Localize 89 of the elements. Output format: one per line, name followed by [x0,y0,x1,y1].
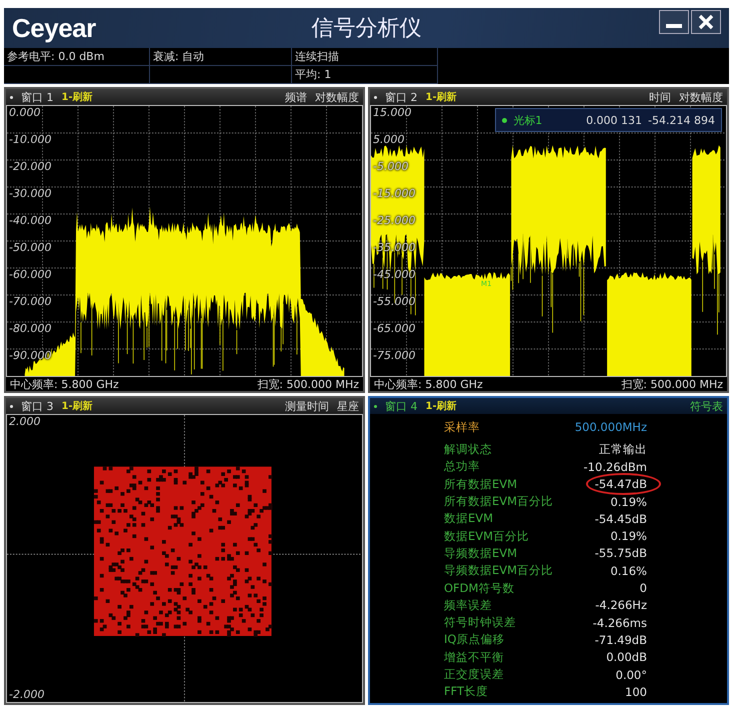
minimize-icon [666,24,682,28]
logo: Ceyear [12,12,96,44]
parameter-label: 总功率 [444,459,480,474]
update-status: 1-刷新 [62,90,93,104]
parameter-value: 100 [625,684,647,699]
axis-label: 2.000 [9,415,40,428]
axis-label: -50.000 [9,241,52,254]
bullet-icon [10,96,13,98]
window-mode-label: 对数幅度 [679,90,723,104]
parameter-value: 500.000MHz [574,420,647,434]
window-mode-label: 时间 [649,90,671,104]
axis-label: -75.000 [373,349,416,362]
parameter-label: 导频数据EVM [444,546,518,561]
info-cell: 参考电平: 0.0 dBm [4,48,150,66]
parameter-value: -54.47dB [594,477,647,492]
parameter-label: 数据EVM [444,511,494,526]
update-status: 1-刷新 [426,90,457,104]
axis-label: -10.000 [9,133,52,146]
axis-label: 5.000 [373,133,404,146]
axis-label: 0.000 [9,106,40,119]
axis-label: 15.000 [373,106,412,119]
parameter-value: -55.75dB [594,546,647,560]
span-value: 扫宽: 500.000 MHz [621,376,723,392]
window-name: 窗口 1 [21,90,54,104]
parameter-value: 0.16% [610,564,647,578]
axis-label: -60.000 [9,268,52,281]
window-name: 窗口 2 [385,90,418,104]
axis-label: -25.000 [373,214,416,227]
parameter-value: 正常输出 [599,442,647,456]
parameter-label: 数据EVM百分比 [444,528,530,544]
parameter-value: -54.45dB [594,512,647,526]
axis-label: -20.000 [9,160,52,173]
axis-label: -70.000 [9,295,52,308]
parameter-label: 所有数据EVM [444,476,518,492]
parameter-label: 符号时钟误差 [444,615,516,630]
window-mode-label: 测量时间 [285,398,329,414]
bullet-icon [374,404,377,408]
parameter-label: 采样率 [444,420,480,434]
marker-name: 光标1 [513,112,542,128]
span-value: 扫宽: 500.000 MHz [257,376,359,392]
info-cell: 平均: 1 [292,66,438,84]
axis-label: -5.000 [373,160,408,173]
window-mode-label: 符号表 [690,398,723,414]
axis-label: -2.000 [9,688,44,701]
info-cell: 衰减: 自动 [150,48,292,66]
window-title: 信号分析仪 [312,16,422,41]
bullet-icon [10,404,13,408]
center-frequency: 中心频率: 5.800 GHz [10,376,119,392]
measurement-window[interactable]: 窗口 3 1-刷新 测量时间 星座 2.000 -2.000 [4,396,365,705]
parameter-value: 0 [640,581,647,596]
measurement-window[interactable] [368,396,729,705]
window-mode-label: 星座 [337,398,359,414]
parameter-label: 正交度误差 [444,667,504,682]
window-name: 窗口 4 [385,398,418,414]
parameter-label: 解调状态 [444,442,492,458]
bullet-icon [374,96,377,98]
axis-label: -30.000 [9,187,52,200]
close-icon [698,14,714,30]
marker-x-value: 0.000 131 [586,114,642,126]
axis-label: -80.000 [9,322,52,335]
parameter-label: 频率误差 [444,598,492,613]
parameter-value: 0.00° [616,668,647,682]
parameter-label: FFT长度 [444,684,488,700]
axis-label: -40.000 [9,214,52,227]
window-mode-label: 对数幅度 [315,90,359,104]
axis-label: -15.000 [373,187,416,200]
minimize-button[interactable] [659,10,689,34]
parameter-label: 增益不平衡 [444,650,504,665]
update-status: 1-刷新 [62,399,93,413]
parameter-value: -71.49dB [594,632,647,647]
marker-y-value: -54.214 894 [648,114,715,126]
parameter-label: OFDM符号数 [444,580,514,596]
parameter-value: -10.26dBm [584,460,647,474]
parameter-label: 导频数据EVM百分比 [444,563,554,578]
window-name: 窗口 3 [21,398,54,414]
update-status: 1-刷新 [426,399,457,413]
marker-dot-icon [502,118,508,122]
parameter-value: 0.00dB [606,650,647,664]
parameter-label: 所有数据EVM百分比 [444,494,554,510]
parameter-label: IQ原点偏移 [444,632,504,648]
info-cell: 连续扫描 [292,48,438,66]
parameter-value: 0.19% [610,529,647,544]
window-mode-label: 频谱 [285,90,307,104]
parameter-value: -4.266ms [592,616,647,630]
parameter-value: 0.19% [610,494,647,509]
axis-label: -65.000 [373,322,416,335]
parameter-value: -4.266Hz [595,598,647,612]
close-button[interactable] [691,10,721,34]
center-frequency: 中心频率: 5.800 GHz [374,376,483,392]
